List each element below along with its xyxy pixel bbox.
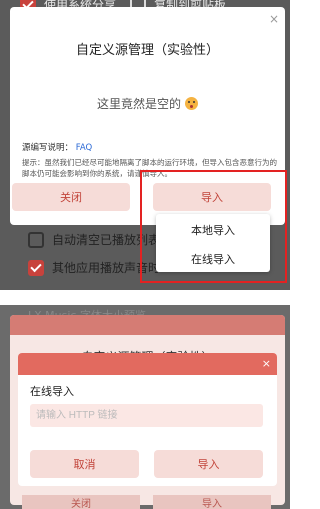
dialog-header-bar bbox=[10, 315, 285, 335]
empty-text: 这里竟然是空的 bbox=[96, 97, 181, 111]
confirm-import-button[interactable]: 导入 bbox=[154, 450, 263, 478]
checkbox-unchecked-icon[interactable] bbox=[28, 231, 44, 248]
online-import-dialog: × 在线导入 取消 导入 bbox=[18, 353, 277, 486]
guide-line: 源编写说明： FAQ bbox=[22, 141, 92, 153]
top-screenshot: 使用系统分享 复制到剪贴板 自动清空已播放列表 其他应用播放声音时 × 自定义源… bbox=[0, 0, 290, 290]
url-input[interactable] bbox=[30, 404, 263, 427]
surprised-face-icon bbox=[185, 97, 198, 110]
faq-link[interactable]: FAQ bbox=[76, 143, 92, 153]
guide-label: 源编写说明： bbox=[22, 143, 74, 153]
annotation-highlight-box bbox=[140, 170, 287, 283]
dialog-title: 自定义源管理（实验性） bbox=[75, 43, 219, 58]
close-icon[interactable]: × bbox=[269, 12, 279, 26]
dimmed-close-button: 关闭 bbox=[22, 495, 140, 509]
checkbox-checked-icon[interactable] bbox=[28, 259, 44, 276]
close-icon[interactable]: × bbox=[262, 357, 271, 370]
dialog-title: 在线导入 bbox=[30, 385, 74, 398]
dimmed-import-button: 导入 bbox=[153, 495, 271, 509]
close-button[interactable]: 关闭 bbox=[12, 183, 130, 211]
empty-state: 这里竟然是空的 bbox=[10, 95, 285, 112]
dialog-header-bar bbox=[18, 353, 277, 375]
cancel-button[interactable]: 取消 bbox=[30, 450, 139, 478]
